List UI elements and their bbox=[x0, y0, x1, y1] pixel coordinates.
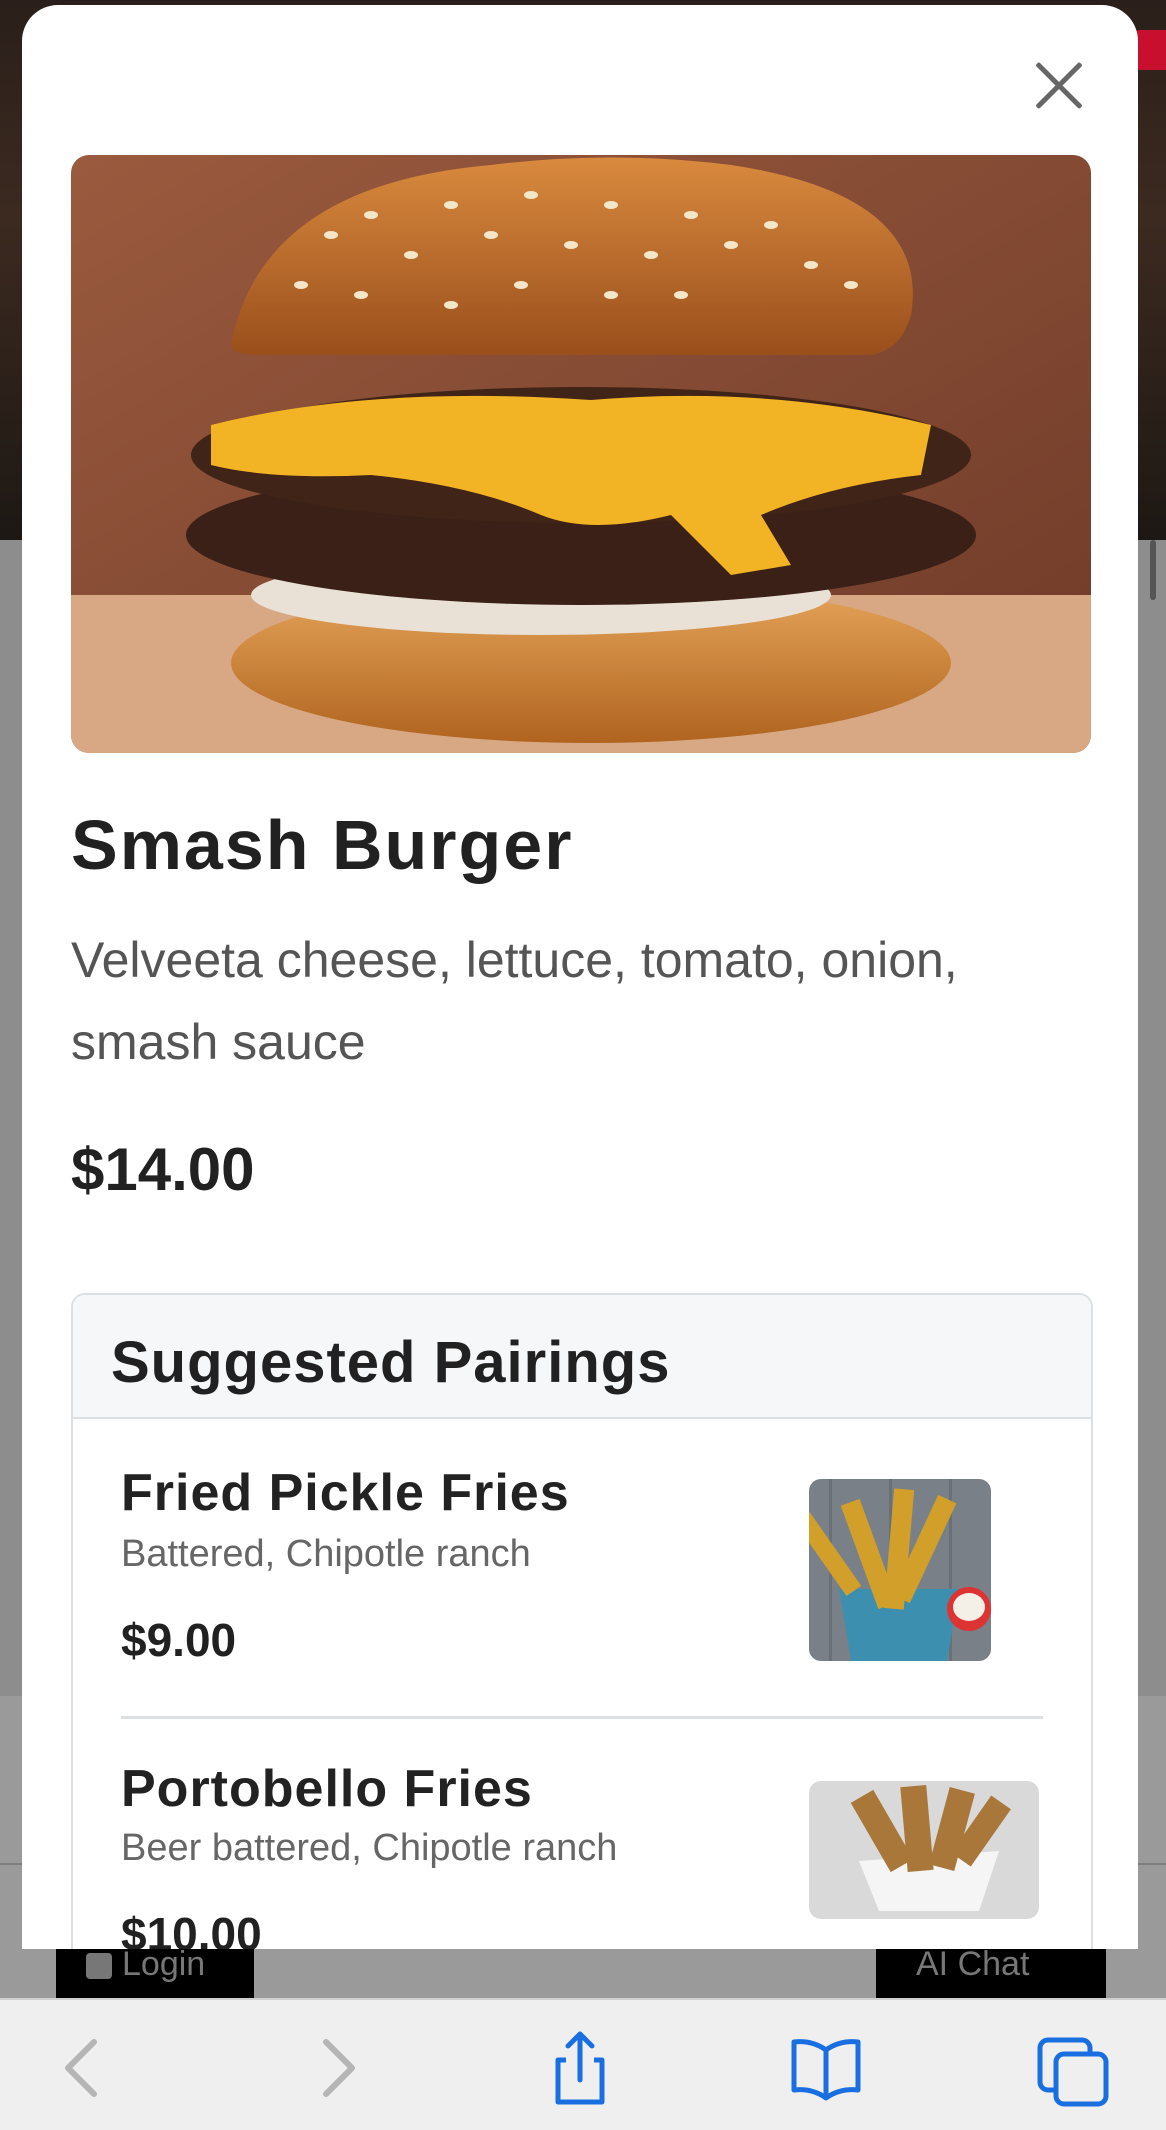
pairing-name: Portobello Fries bbox=[121, 1760, 533, 1818]
suggested-pairings-card: Suggested Pairings Fried Pickle Fries Ba… bbox=[71, 1293, 1093, 1949]
forward-icon[interactable] bbox=[296, 2028, 376, 2108]
pairing-name: Fried Pickle Fries bbox=[121, 1464, 570, 1522]
login-icon bbox=[86, 1953, 112, 1980]
dish-name: Smash Burger bbox=[71, 806, 574, 884]
ai-chat-label: AI Chat bbox=[916, 1945, 1030, 1983]
tabs-icon[interactable] bbox=[1034, 2028, 1114, 2108]
item-detail-modal: Smash Burger Velveeta cheese, lettuce, t… bbox=[22, 5, 1138, 1949]
close-icon[interactable] bbox=[1024, 50, 1094, 120]
background-scrollbar bbox=[1150, 540, 1156, 600]
pairing-image bbox=[809, 1479, 991, 1661]
dish-description: Velveeta cheese, lettuce, tomato, onion,… bbox=[71, 932, 958, 1070]
dish-image bbox=[71, 155, 1091, 753]
pairings-header: Suggested Pairings bbox=[73, 1295, 1091, 1419]
pairing-item-portobello-fries[interactable]: Portobello Fries Beer battered, Chipotle… bbox=[121, 1719, 1043, 1949]
share-icon[interactable] bbox=[540, 2028, 620, 2108]
pairing-description: Battered, Chipotle ranch bbox=[121, 1533, 531, 1575]
browser-toolbar bbox=[0, 1998, 1166, 2130]
back-icon[interactable] bbox=[44, 2028, 124, 2108]
pairing-image bbox=[809, 1781, 1039, 1919]
pairing-item-fried-pickle-fries[interactable]: Fried Pickle Fries Battered, Chipotle ra… bbox=[121, 1417, 1043, 1717]
pairings-title: Suggested Pairings bbox=[111, 1330, 671, 1395]
pairing-description: Beer battered, Chipotle ranch bbox=[121, 1827, 618, 1869]
background-badge bbox=[1134, 30, 1166, 70]
bookmarks-icon[interactable] bbox=[786, 2028, 866, 2108]
dish-price: $14.00 bbox=[71, 1136, 255, 1203]
pairing-price: $9.00 bbox=[121, 1614, 237, 1666]
login-label: Login bbox=[122, 1945, 206, 1983]
pairing-price: $10.00 bbox=[121, 1908, 262, 1949]
